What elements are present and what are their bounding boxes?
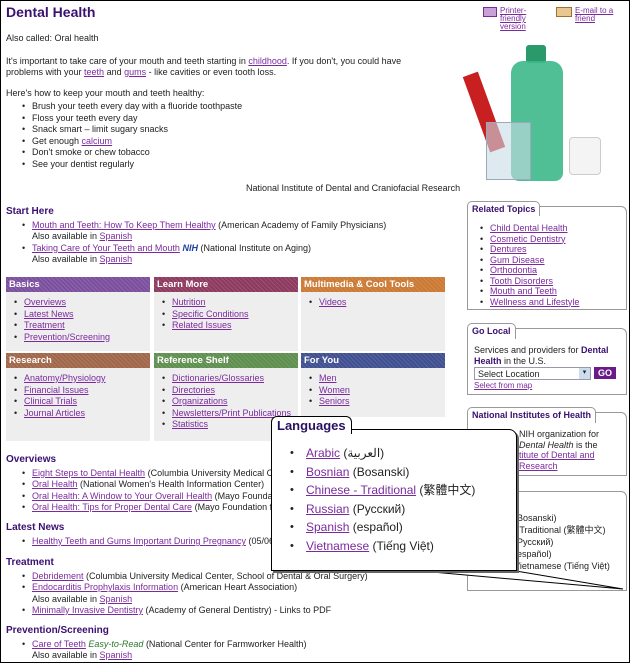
bosnian-link[interactable]: Bosnian — [306, 465, 349, 479]
vietnamese-link[interactable]: Vietnamese — [306, 539, 369, 553]
language-item: Spanish (español) — [280, 518, 516, 537]
language-item: Chinese - Traditional (繁體中文) — [280, 481, 516, 500]
native-name: (Bosanski) — [352, 464, 410, 479]
arabic-link[interactable]: Arabic — [306, 446, 340, 460]
language-item: Arabic (العربية) — [280, 444, 516, 463]
language-item: Russian (Русский) — [280, 500, 516, 519]
native-name: (Русский) — [352, 501, 406, 516]
language-item: Vietnamese (Tiếng Việt) — [280, 537, 516, 556]
native-name: (español) — [352, 520, 403, 534]
language-item: Bosnian (Bosanski) — [280, 463, 516, 482]
spanish-link[interactable]: Spanish — [306, 520, 349, 534]
native-name: (العربية) — [343, 446, 385, 460]
native-name: (Tiếng Việt) — [372, 538, 434, 553]
native-name: (繁體中文) — [419, 483, 476, 497]
russian-link[interactable]: Russian — [306, 502, 349, 516]
languages-callout: Languages Arabic (العربية) Bosnian (Bosa… — [271, 416, 517, 571]
callout-title: Languages — [271, 416, 352, 434]
chinese-link[interactable]: Chinese - Traditional — [306, 483, 416, 497]
